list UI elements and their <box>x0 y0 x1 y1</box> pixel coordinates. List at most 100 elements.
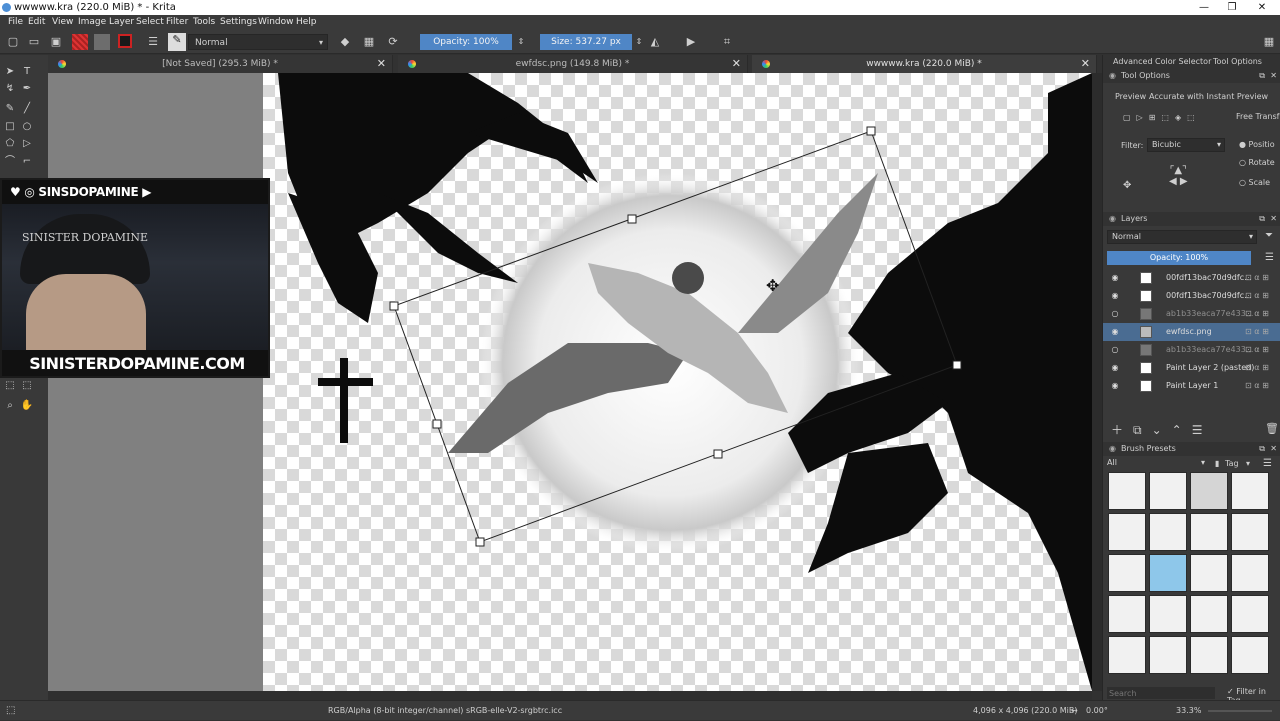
eraser-icon[interactable]: ◆ <box>338 35 352 49</box>
freehand-brush-tool-icon[interactable]: ✎ <box>3 102 17 116</box>
radio-position[interactable]: ● Positio <box>1239 140 1275 149</box>
horizontal-scrollbar[interactable] <box>48 691 1092 700</box>
rectangular-selection-tool-icon[interactable]: ⬚ <box>3 379 17 393</box>
brush-tag-label[interactable]: Tag <box>1225 459 1239 468</box>
open-document-icon[interactable]: ▭ <box>27 35 41 49</box>
menu-edit[interactable]: Edit <box>28 15 45 30</box>
blend-mode-select[interactable]: Normal ▾ <box>188 34 328 50</box>
brush-search-input[interactable] <box>1107 687 1215 699</box>
brush-preset[interactable] <box>1190 636 1228 674</box>
layer-flags-icon[interactable]: ⊡ α ⊞ <box>1245 305 1269 323</box>
brush-preset[interactable] <box>1231 472 1269 510</box>
menu-view[interactable]: View <box>52 15 73 30</box>
brush-preset[interactable] <box>1108 472 1146 510</box>
reload-preset-icon[interactable]: ⟳ <box>386 35 400 49</box>
canvas-area[interactable]: ✥ <box>48 73 1092 691</box>
ellipse-tool-icon[interactable]: ○ <box>20 120 34 134</box>
menu-window[interactable]: Window <box>258 15 294 30</box>
brush-preset[interactable] <box>1108 513 1146 551</box>
freehand-path-tool-icon[interactable]: ⌐ <box>20 155 34 169</box>
menu-tools[interactable]: Tools <box>193 15 215 30</box>
layer-flags-icon[interactable]: ⊡ α ⊞ <box>1245 269 1269 287</box>
brush-preset[interactable] <box>1231 554 1269 592</box>
contiguous-selection-tool-icon[interactable]: ⬚ <box>20 379 34 393</box>
brush-preset[interactable] <box>1231 595 1269 633</box>
mirror-vertical-icon[interactable]: ▶ <box>684 35 698 49</box>
workspace-icon[interactable]: ▦ <box>1262 35 1276 49</box>
float-icon[interactable]: ⧉ <box>1259 69 1265 83</box>
transform-handle[interactable] <box>627 214 637 224</box>
brush-settings-icon[interactable]: ☰ <box>146 35 160 49</box>
vertical-scrollbar[interactable] <box>1092 73 1102 691</box>
float-icon[interactable]: ⧉ <box>1259 442 1265 456</box>
gradient-swatch-icon[interactable] <box>72 34 88 50</box>
brush-preset[interactable] <box>1190 595 1228 633</box>
menu-help[interactable]: Help <box>296 15 317 30</box>
brush-preset-icon[interactable]: ✎ <box>168 33 186 51</box>
eye-icon[interactable]: ◉ <box>1109 377 1121 395</box>
minimize-button[interactable]: — <box>1190 0 1218 15</box>
preview-mode-select[interactable]: Accurate with Instant Preview <box>1149 92 1268 101</box>
zoom-slider[interactable] <box>1208 710 1272 712</box>
transform-handle[interactable] <box>432 419 442 429</box>
layer-flags-icon[interactable]: ⊡ α ⊞ <box>1245 287 1269 305</box>
selection-icon[interactable]: ⬚ <box>6 701 15 721</box>
transform-handle[interactable] <box>389 301 399 311</box>
layer-row[interactable]: ◉ ewfdsc.png ⊡ α ⊞ <box>1103 323 1280 341</box>
brush-preset-selected[interactable] <box>1149 554 1187 592</box>
maximize-button[interactable]: ❐ <box>1218 0 1246 15</box>
transform-handle[interactable] <box>713 449 723 459</box>
radio-rotate[interactable]: ○ Rotate <box>1239 158 1275 167</box>
brush-preset[interactable] <box>1149 472 1187 510</box>
layer-flags-icon[interactable]: ⊡ α ⊞ <box>1245 377 1269 395</box>
brush-preset[interactable] <box>1108 595 1146 633</box>
tab-ewfdsc[interactable]: ewfdsc.png (149.8 MiB) * ✕ <box>398 55 748 73</box>
mirror-horizontal-icon[interactable]: ◭ <box>648 35 662 49</box>
brush-filter-select[interactable]: All ▾ <box>1107 457 1207 469</box>
select-shapes-tool-icon[interactable]: ➤ <box>3 65 17 79</box>
brush-preset[interactable] <box>1231 636 1269 674</box>
filter-layers-icon[interactable]: ⏷ <box>1265 230 1273 241</box>
rotation-value[interactable]: 0.00° <box>1086 701 1108 721</box>
close-icon[interactable]: ✕ <box>1270 69 1277 83</box>
transform-handle[interactable] <box>952 360 962 370</box>
brush-preset[interactable] <box>1190 513 1228 551</box>
tab-wwwww[interactable]: wwwww.kra (220.0 MiB) * ✕ <box>752 55 1097 73</box>
close-icon[interactable]: ✕ <box>1270 442 1277 456</box>
brush-preset[interactable] <box>1190 554 1228 592</box>
eye-icon[interactable]: ◉ <box>1109 269 1121 287</box>
menu-image[interactable]: Image <box>78 15 106 30</box>
menu-settings[interactable]: Settings <box>220 15 257 30</box>
close-tab-icon[interactable]: ✕ <box>377 55 386 73</box>
eye-hidden-icon[interactable]: ○ <box>1109 305 1121 323</box>
layer-flags-icon[interactable]: ⊡ α ⊞ <box>1245 359 1269 377</box>
text-tool-icon[interactable]: T <box>20 65 34 79</box>
pan-tool-icon[interactable]: ✋ <box>20 399 34 413</box>
eye-hidden-icon[interactable]: ○ <box>1109 341 1121 359</box>
layer-properties-icon[interactable]: ☰ <box>1192 423 1213 437</box>
opacity-spin-icon[interactable]: ⇕ <box>514 35 528 49</box>
eye-icon[interactable]: ◉ <box>1109 287 1121 305</box>
crop-icon[interactable]: ⌗ <box>720 35 734 49</box>
tab-not-saved[interactable]: [Not Saved] (295.3 MiB) * ✕ <box>48 55 393 73</box>
new-document-icon[interactable]: ▢ <box>6 35 20 49</box>
color-swatch-icon[interactable] <box>118 34 132 48</box>
brush-preset[interactable] <box>1231 513 1269 551</box>
menu-layer[interactable]: Layer <box>109 15 134 30</box>
rectangle-tool-icon[interactable]: □ <box>3 120 17 134</box>
radio-scale[interactable]: ○ Scale <box>1239 178 1270 187</box>
tab-advanced-color-selector[interactable]: Advanced Color Selector <box>1113 57 1211 66</box>
layer-flags-icon[interactable]: ⊡ α ⊞ <box>1245 323 1269 341</box>
zoom-tool-icon[interactable]: ⌕ <box>3 399 17 413</box>
close-icon[interactable]: ✕ <box>1270 212 1277 226</box>
pattern-swatch-icon[interactable] <box>94 34 110 50</box>
brush-preset[interactable] <box>1108 636 1146 674</box>
alpha-lock-icon[interactable]: ▦ <box>362 35 376 49</box>
eye-icon[interactable]: ◉ <box>1109 323 1121 341</box>
brush-preset[interactable] <box>1149 513 1187 551</box>
layer-menu-icon[interactable]: ☰ <box>1265 252 1274 263</box>
rotate-canvas-icon[interactable]: ↔ <box>1071 701 1078 721</box>
brush-preset[interactable] <box>1149 595 1187 633</box>
close-tab-icon[interactable]: ✕ <box>732 55 741 73</box>
polygon-tool-icon[interactable]: ⬠ <box>3 137 17 151</box>
